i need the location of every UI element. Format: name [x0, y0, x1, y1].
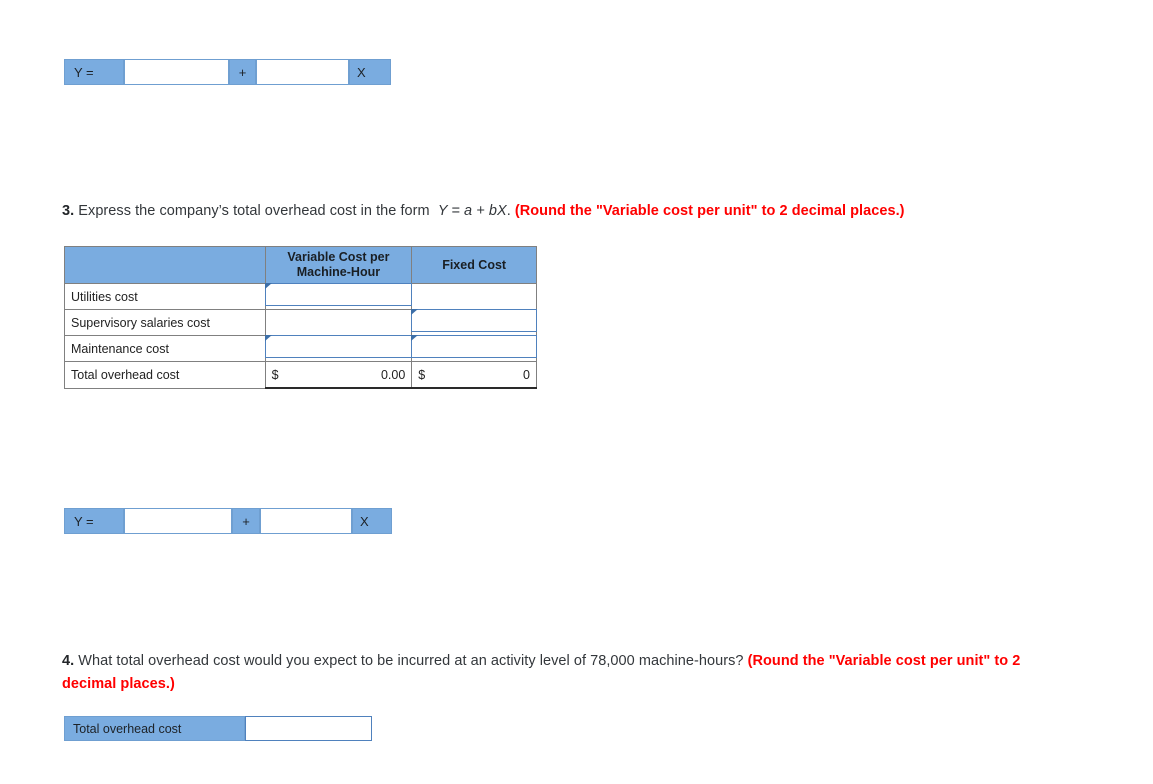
currency-symbol: $	[418, 367, 426, 382]
equation-1-intercept-input[interactable]	[124, 59, 229, 85]
table-row: Supervisory salaries cost	[64, 309, 537, 336]
table-header-variable-cost: Variable Cost per Machine-Hour	[264, 246, 413, 284]
question-4-body: What total overhead cost would you expec…	[78, 653, 744, 669]
equation-2-plus-sign: +	[232, 508, 260, 534]
table-header-row: Variable Cost per Machine-Hour Fixed Cos…	[64, 246, 537, 284]
table-row: Utilities cost	[64, 283, 537, 310]
variable-header-line-2: Machine-Hour	[296, 265, 381, 279]
table-total-row: Total overhead cost $ 0.00 $ 0	[64, 361, 537, 389]
table-header-fixed-cost: Fixed Cost	[411, 246, 537, 284]
cell-input-wrap	[411, 335, 537, 361]
total-overhead-answer-row: Total overhead cost	[64, 716, 372, 741]
question-3-number: 3.	[62, 203, 75, 219]
question-3-period: .	[506, 203, 511, 219]
cell-static	[266, 310, 412, 335]
total-overhead-answer-label: Total overhead cost	[64, 716, 245, 741]
cell-static	[412, 284, 536, 309]
question-3-body: Express the company’s total overhead cos…	[78, 203, 430, 219]
row-label-maintenance-cost: Maintenance cost	[64, 335, 266, 362]
total-overhead-answer-input[interactable]	[245, 716, 372, 741]
cell-total-fixed: $ 0	[411, 361, 537, 389]
row-label-total-overhead-cost: Total overhead cost	[64, 361, 266, 389]
total-fixed-amount: $ 0	[412, 362, 536, 387]
variable-header-line-1: Variable Cost per	[287, 250, 390, 264]
currency-symbol: $	[271, 367, 279, 382]
equation-1-plus-sign: +	[229, 59, 256, 85]
cell-maintenance-variable[interactable]	[264, 335, 413, 362]
table-row: Maintenance cost	[64, 335, 537, 362]
cell-utilities-variable[interactable]	[264, 283, 413, 310]
cell-total-variable: $ 0.00	[264, 361, 413, 389]
total-variable-amount: $ 0.00	[266, 362, 412, 387]
question-4-number: 4.	[62, 653, 75, 669]
cell-supervisory-fixed[interactable]	[411, 309, 537, 336]
overhead-cost-table: Variable Cost per Machine-Hour Fixed Cos…	[64, 246, 537, 389]
cell-utilities-fixed[interactable]	[411, 283, 537, 310]
table-header-blank	[64, 246, 266, 284]
question-4-instruction-line-1: (Round the "Variable cost	[747, 653, 926, 669]
cell-input-wrap	[264, 335, 413, 361]
question-3-formula: Y = a + bX	[437, 203, 507, 219]
maintenance-variable-input[interactable]	[264, 335, 413, 358]
equation-row-2: Y = + X	[64, 508, 392, 534]
equation-row-1: Y = + X	[64, 59, 394, 85]
maintenance-fixed-input[interactable]	[411, 335, 537, 358]
question-4-text: 4. What total overhead cost would you ex…	[62, 650, 1072, 696]
equation-2-intercept-input[interactable]	[124, 508, 232, 534]
equation-2-y-label: Y =	[64, 508, 124, 534]
equation-2-slope-input[interactable]	[260, 508, 352, 534]
supervisory-fixed-input[interactable]	[411, 309, 537, 332]
cell-input-wrap	[264, 283, 413, 309]
equation-2-x-label: X	[352, 508, 392, 534]
equation-1-slope-input[interactable]	[256, 59, 349, 85]
row-label-utilities-cost: Utilities cost	[64, 283, 266, 310]
amount-value: 0.00	[380, 367, 406, 382]
row-label-supervisory-salaries-cost: Supervisory salaries cost	[64, 309, 266, 336]
equation-1-x-label: X	[349, 59, 391, 85]
cell-maintenance-fixed[interactable]	[411, 335, 537, 362]
equation-1-y-label: Y =	[64, 59, 124, 85]
cell-input-wrap	[411, 309, 537, 335]
total-overhead-input-wrap	[245, 716, 372, 741]
amount-value: 0	[523, 367, 530, 382]
cell-supervisory-variable[interactable]	[264, 309, 413, 336]
utilities-variable-input[interactable]	[264, 283, 413, 306]
question-3-text: 3. Express the company’s total overhead …	[62, 200, 1102, 223]
question-3-instruction: (Round the "Variable cost per unit" to 2…	[514, 203, 905, 219]
